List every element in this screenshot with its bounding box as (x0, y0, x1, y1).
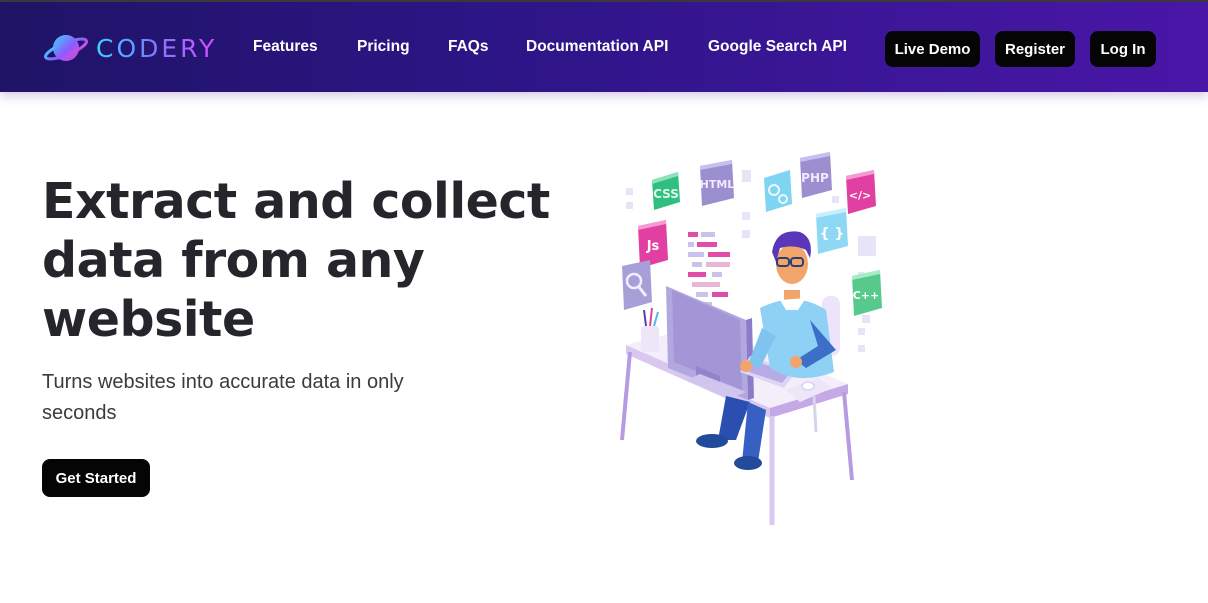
logo[interactable]: CODERY (42, 28, 217, 68)
search-tile-icon (622, 260, 652, 310)
html-tile-icon: HTML (700, 160, 735, 206)
pencil-cup (641, 307, 659, 352)
css-tile-icon: CSS (652, 172, 680, 210)
cpp-tile-icon: C++ (852, 270, 882, 316)
logo-wordmark: CODERY (96, 33, 218, 63)
top-navbar: CODERY Features Pricing FAQs Documentati… (0, 2, 1208, 92)
nav-link-faqs[interactable]: FAQs (448, 38, 488, 56)
planet-logo-icon (43, 35, 89, 61)
php-tile-label: PHP (801, 171, 829, 185)
hero-subtitle: Turns websites into accurate data in onl… (42, 367, 482, 429)
hero-title-line: data from any (42, 232, 425, 289)
hero-subtitle-line: Turns websites into accurate data in onl… (42, 371, 404, 393)
login-button[interactable]: Log In (1090, 31, 1156, 67)
code-tag-tile-icon: </> (846, 170, 876, 214)
hero-subtitle-line: seconds (42, 402, 117, 424)
live-demo-button[interactable]: Live Demo (885, 31, 980, 67)
css-tile-label: CSS (653, 187, 679, 201)
cpp-tile-label: C++ (853, 289, 880, 302)
code-tag-tile-label: </> (849, 189, 871, 202)
js-tile-label: Js (646, 239, 660, 254)
js-tile-icon: Js (638, 220, 668, 268)
hero-title: Extract and collect data from any websit… (42, 172, 562, 349)
nav-link-pricing[interactable]: Pricing (357, 38, 410, 56)
register-button[interactable]: Register (995, 31, 1075, 67)
php-tile-icon: PHP (800, 152, 832, 198)
hero-title-line: Extract and collect (42, 173, 550, 230)
gears-tile-icon (764, 170, 792, 212)
get-started-button[interactable]: Get Started (42, 459, 150, 497)
nav-link-documentation-api[interactable]: Documentation API (526, 38, 668, 56)
braces-tile-icon: { } (816, 208, 848, 254)
nav-link-google-search-api[interactable]: Google Search API (708, 38, 847, 56)
developer-illustration: CSS HTML PHP </> Js {} C++ (620, 152, 882, 525)
code-block (688, 232, 730, 307)
braces-tile-label: { } (820, 226, 845, 242)
hero-title-line: website (42, 291, 255, 348)
html-tile-label: HTML (700, 178, 735, 191)
nav-link-features[interactable]: Features (253, 38, 318, 56)
